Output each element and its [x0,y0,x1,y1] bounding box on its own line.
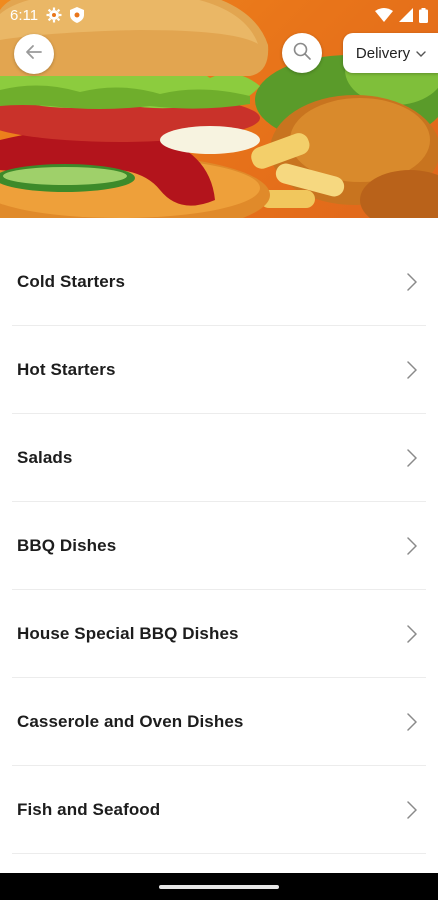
search-button[interactable] [282,33,322,73]
wifi-icon [375,8,393,22]
signal-icon [399,8,413,22]
menu-item-label: Salads [17,448,73,467]
menu-item-label: Hot Starters [17,360,116,379]
back-button[interactable] [14,34,54,74]
menu-category-list: Cold Starters Hot Starters Salads BBQ Di… [0,238,438,854]
shield-icon [70,7,85,23]
chevron-right-icon [405,624,419,644]
menu-item-bbq-dishes[interactable]: BBQ Dishes [0,502,438,590]
chevron-right-icon [405,536,419,556]
menu-item-label: House Special BBQ Dishes [17,624,239,643]
menu-item-fish-seafood[interactable]: Fish and Seafood [0,766,438,854]
status-bar: 6:11 [0,0,438,30]
chevron-right-icon [405,360,419,380]
menu-item-house-special-bbq[interactable]: House Special BBQ Dishes [0,590,438,678]
menu-item-label: Cold Starters [17,272,126,291]
delivery-mode-selector[interactable]: Delivery [343,33,438,73]
delivery-label: Delivery [355,44,411,62]
status-time: 6:11 [10,6,39,24]
chevron-right-icon [405,448,419,468]
battery-icon [419,7,428,23]
gear-icon [46,7,62,23]
menu-item-label: BBQ Dishes [17,536,117,555]
system-nav-bar [0,873,438,900]
menu-item-hot-starters[interactable]: Hot Starters [0,326,438,414]
arrow-left-icon [24,42,44,67]
chevron-down-icon [416,45,426,62]
menu-item-casserole-oven[interactable]: Casserole and Oven Dishes [0,678,438,766]
home-gesture-handle[interactable] [159,884,279,889]
chevron-right-icon [405,712,419,732]
chevron-right-icon [405,272,419,292]
search-icon [292,41,312,66]
chevron-right-icon [405,800,419,820]
menu-item-cold-starters[interactable]: Cold Starters [0,238,438,326]
menu-item-salads[interactable]: Salads [0,414,438,502]
menu-item-label: Fish and Seafood [17,800,161,819]
menu-item-label: Casserole and Oven Dishes [17,712,244,731]
